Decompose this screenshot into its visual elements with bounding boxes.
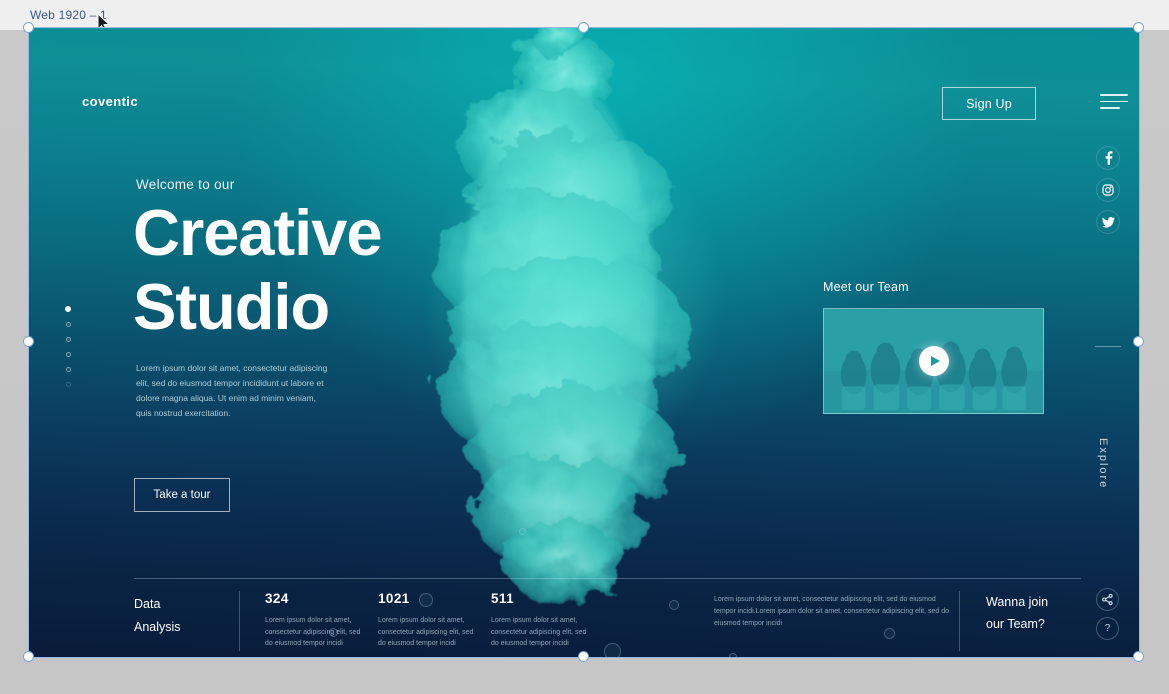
- resize-handle-top-right[interactable]: [1133, 22, 1144, 33]
- join-team-line2: our Team?: [986, 617, 1045, 631]
- meet-team-section: Meet our Team: [823, 280, 1044, 414]
- twitter-glyph: [1101, 216, 1115, 228]
- rail-divider: [1095, 346, 1121, 347]
- resize-handle-bottom-center[interactable]: [578, 651, 589, 662]
- team-video-card[interactable]: [823, 308, 1044, 414]
- site-header: coventic Sign Up: [29, 80, 1139, 140]
- slide-dot-2[interactable]: [65, 322, 71, 327]
- stat-item: 511 Lorem ipsum dolor sit amet, consecte…: [491, 591, 604, 650]
- hero-eyebrow: Welcome to our: [136, 177, 235, 192]
- stat-description: Lorem ipsum dolor sit amet, consectetur …: [491, 617, 587, 647]
- footer-divider: [134, 578, 1081, 579]
- artboard-label: Web 1920 – 1: [30, 8, 107, 22]
- instagram-glyph: [1102, 184, 1114, 196]
- slide-dot-1[interactable]: [65, 306, 71, 312]
- join-team-cta[interactable]: Wanna join our Team?: [986, 591, 1048, 635]
- explore-label[interactable]: Explore: [1097, 438, 1109, 489]
- share-icon[interactable]: [1096, 588, 1119, 611]
- resize-handle-top-center[interactable]: [578, 22, 589, 33]
- stat-description: Lorem ipsum dolor sit amet, consectetur …: [378, 617, 474, 647]
- page-title: Creative Studio: [133, 196, 383, 344]
- slide-dot-5[interactable]: [65, 367, 71, 372]
- hero-title-line1: Creative: [133, 196, 383, 269]
- resize-handle-middle-left[interactable]: [23, 336, 34, 347]
- stat-value: 324: [265, 591, 289, 606]
- design-tool-canvas: Web 1920 – 1 coventic Sign Up Welcome to…: [0, 0, 1169, 694]
- slide-dot-3[interactable]: [65, 337, 71, 342]
- stats-heading-line1: Data: [134, 597, 161, 611]
- play-button-icon[interactable]: [918, 346, 949, 376]
- slide-dot-4[interactable]: [65, 352, 71, 357]
- meet-team-title: Meet our Team: [823, 280, 909, 294]
- hero-title-line2: Studio: [133, 270, 330, 343]
- footer-note: Lorem ipsum dolor sit amet, consectetur …: [714, 596, 949, 627]
- facebook-glyph: [1105, 151, 1112, 165]
- stat-item: 1021 Lorem ipsum dolor sit amet, consect…: [378, 591, 491, 650]
- hero-paragraph: Lorem ipsum dolor sit amet, consectetur …: [136, 363, 328, 418]
- resize-handle-bottom-left[interactable]: [23, 651, 34, 662]
- stats-list: 324 Lorem ipsum dolor sit amet, consecte…: [265, 591, 604, 650]
- brand-logo[interactable]: coventic: [82, 94, 138, 109]
- resize-handle-middle-right[interactable]: [1133, 336, 1144, 347]
- footer-stats: Data Analysis 324 Lorem ipsum dolor sit …: [134, 591, 1081, 657]
- stats-heading: Data Analysis: [134, 591, 239, 639]
- right-rail: Explore ?: [1081, 28, 1139, 657]
- webpage-artboard: coventic Sign Up Welcome to our Creative…: [29, 28, 1139, 657]
- footer-vertical-divider: [959, 591, 960, 651]
- facebook-icon[interactable]: [1096, 146, 1120, 170]
- stats-heading-line2: Analysis: [134, 620, 181, 634]
- stat-description: Lorem ipsum dolor sit amet, consectetur …: [265, 617, 361, 647]
- slide-dot-6[interactable]: [65, 382, 71, 387]
- instagram-icon[interactable]: [1096, 178, 1120, 202]
- stat-item: 324 Lorem ipsum dolor sit amet, consecte…: [265, 591, 378, 650]
- footer-vertical-divider: [239, 591, 240, 651]
- share-glyph: [1102, 594, 1113, 605]
- play-triangle: [930, 356, 940, 366]
- slide-dots-nav[interactable]: [65, 306, 71, 387]
- stat-value: 1021: [378, 591, 410, 606]
- twitter-icon[interactable]: [1096, 210, 1120, 234]
- bubble-decoration: [519, 528, 526, 535]
- take-a-tour-button[interactable]: Take a tour: [134, 478, 230, 512]
- stat-value: 511: [491, 591, 514, 606]
- join-team-line1: Wanna join: [986, 595, 1049, 609]
- resize-handle-bottom-right[interactable]: [1133, 651, 1144, 662]
- signup-button[interactable]: Sign Up: [942, 87, 1036, 120]
- question-mark-icon[interactable]: ?: [1096, 617, 1119, 640]
- resize-handle-top-left[interactable]: [23, 22, 34, 33]
- selection-frame[interactable]: coventic Sign Up Welcome to our Creative…: [23, 22, 1144, 662]
